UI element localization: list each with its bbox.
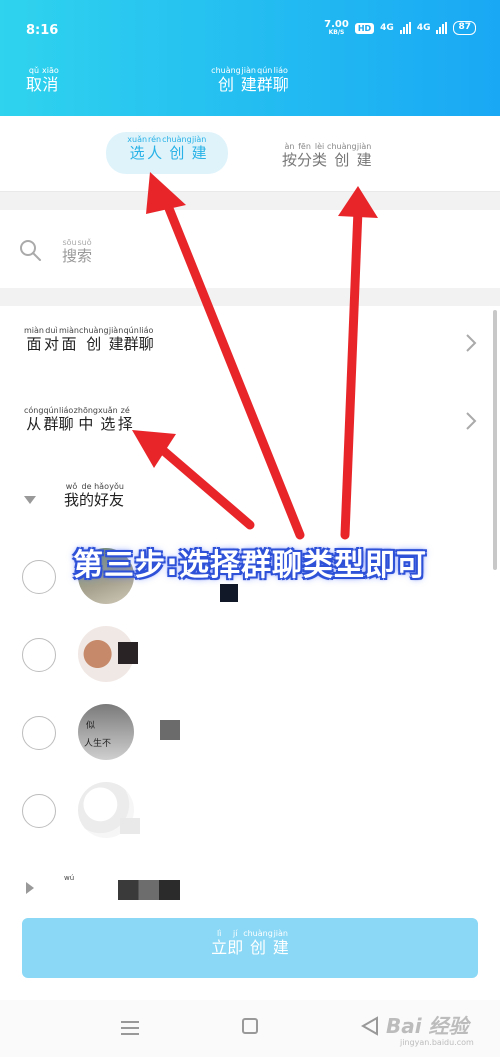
- friend-row[interactable]: 似 人生不: [0, 692, 500, 772]
- friend-row[interactable]: [0, 770, 500, 850]
- hd-icon: HD: [354, 22, 375, 34]
- my-friends-label: 我wǒ的de好hǎo友yǒu: [64, 482, 125, 510]
- page-title: 创chuàng建jiàn群qún聊liáo: [211, 66, 289, 95]
- face-to-face-create-row[interactable]: 面miàn对duì面miàn创chuàng建jiàn群qún聊liáo: [0, 306, 500, 386]
- redacted-name: [160, 720, 180, 740]
- chevron-right-icon: [466, 334, 477, 352]
- home-icon[interactable]: [242, 1018, 258, 1034]
- battery-icon: 87: [453, 21, 476, 35]
- my-friends-group-header[interactable]: 我wǒ的de好hǎo友yǒu: [0, 470, 500, 530]
- app-header: 8:16 7.00 KB/S HD 4G 4G 87 取qǔ消xiāo 创chu…: [0, 0, 500, 116]
- friend-row[interactable]: [0, 614, 500, 694]
- section-divider: [0, 288, 500, 306]
- redacted-name: [118, 880, 180, 900]
- back-triangle-icon[interactable]: [360, 1016, 380, 1036]
- select-from-group-label: 从cóng群qún聊liáo中zhōng选xuǎn择zé: [24, 406, 133, 434]
- watermark-url: jingyan.baidu.com: [400, 1038, 474, 1047]
- face-to-face-label: 面miàn对duì面miàn创chuàng建jiàn群qún聊liáo: [24, 326, 154, 354]
- chevron-right-icon: [466, 412, 477, 430]
- create-now-button[interactable]: 立lì即jí创chuàng建jiàn: [22, 918, 478, 978]
- select-radio[interactable]: [22, 638, 56, 672]
- search-placeholder: 搜sōu索suǒ: [62, 238, 93, 266]
- redacted-name: [118, 642, 138, 664]
- avatar: 似 人生不: [78, 704, 134, 760]
- section-divider: [0, 192, 500, 210]
- select-from-group-row[interactable]: 从cóng群qún聊liáo中zhōng选xuǎn择zé: [0, 386, 500, 470]
- redacted-name: [120, 818, 140, 834]
- expand-triangle-icon: [26, 882, 34, 894]
- system-nav-bar: Bai 经验 jingyan.baidu.com: [0, 1000, 500, 1057]
- scrollbar[interactable]: [493, 310, 497, 570]
- redacted-name: [220, 584, 238, 602]
- tab-select-people[interactable]: 选xuǎn人rén创chuàng建jiàn: [106, 132, 228, 174]
- search-icon: [20, 240, 41, 261]
- select-radio[interactable]: [22, 794, 56, 828]
- collapsed-group-row[interactable]: wú: [0, 868, 500, 908]
- watermark-logo: Bai 经验: [386, 1014, 469, 1038]
- recents-menu-icon[interactable]: [120, 1020, 140, 1036]
- tab-by-category[interactable]: 按àn分fēn类lèi创chuàng建jiàn: [282, 142, 372, 170]
- status-icons: 7.00 KB/S HD 4G 4G 87: [324, 20, 476, 36]
- network-speed: 7.00 KB/S: [324, 19, 349, 36]
- collapse-triangle-icon: [24, 496, 36, 504]
- search-bar[interactable]: 搜sōu索suǒ: [0, 210, 500, 288]
- network-type-1: 4G: [380, 23, 394, 33]
- signal-icon: [399, 22, 411, 34]
- step-caption: 第三步:选择群聊类型即可: [73, 548, 427, 583]
- group-name-pinyin: wú: [64, 874, 75, 882]
- signal-icon-2: [436, 22, 448, 34]
- select-radio[interactable]: [22, 716, 56, 750]
- network-type-2: 4G: [416, 23, 431, 33]
- create-mode-tabs: 选xuǎn人rén创chuàng建jiàn 按àn分fēn类lèi创chuàng…: [0, 116, 500, 192]
- status-time: 8:16: [26, 23, 59, 38]
